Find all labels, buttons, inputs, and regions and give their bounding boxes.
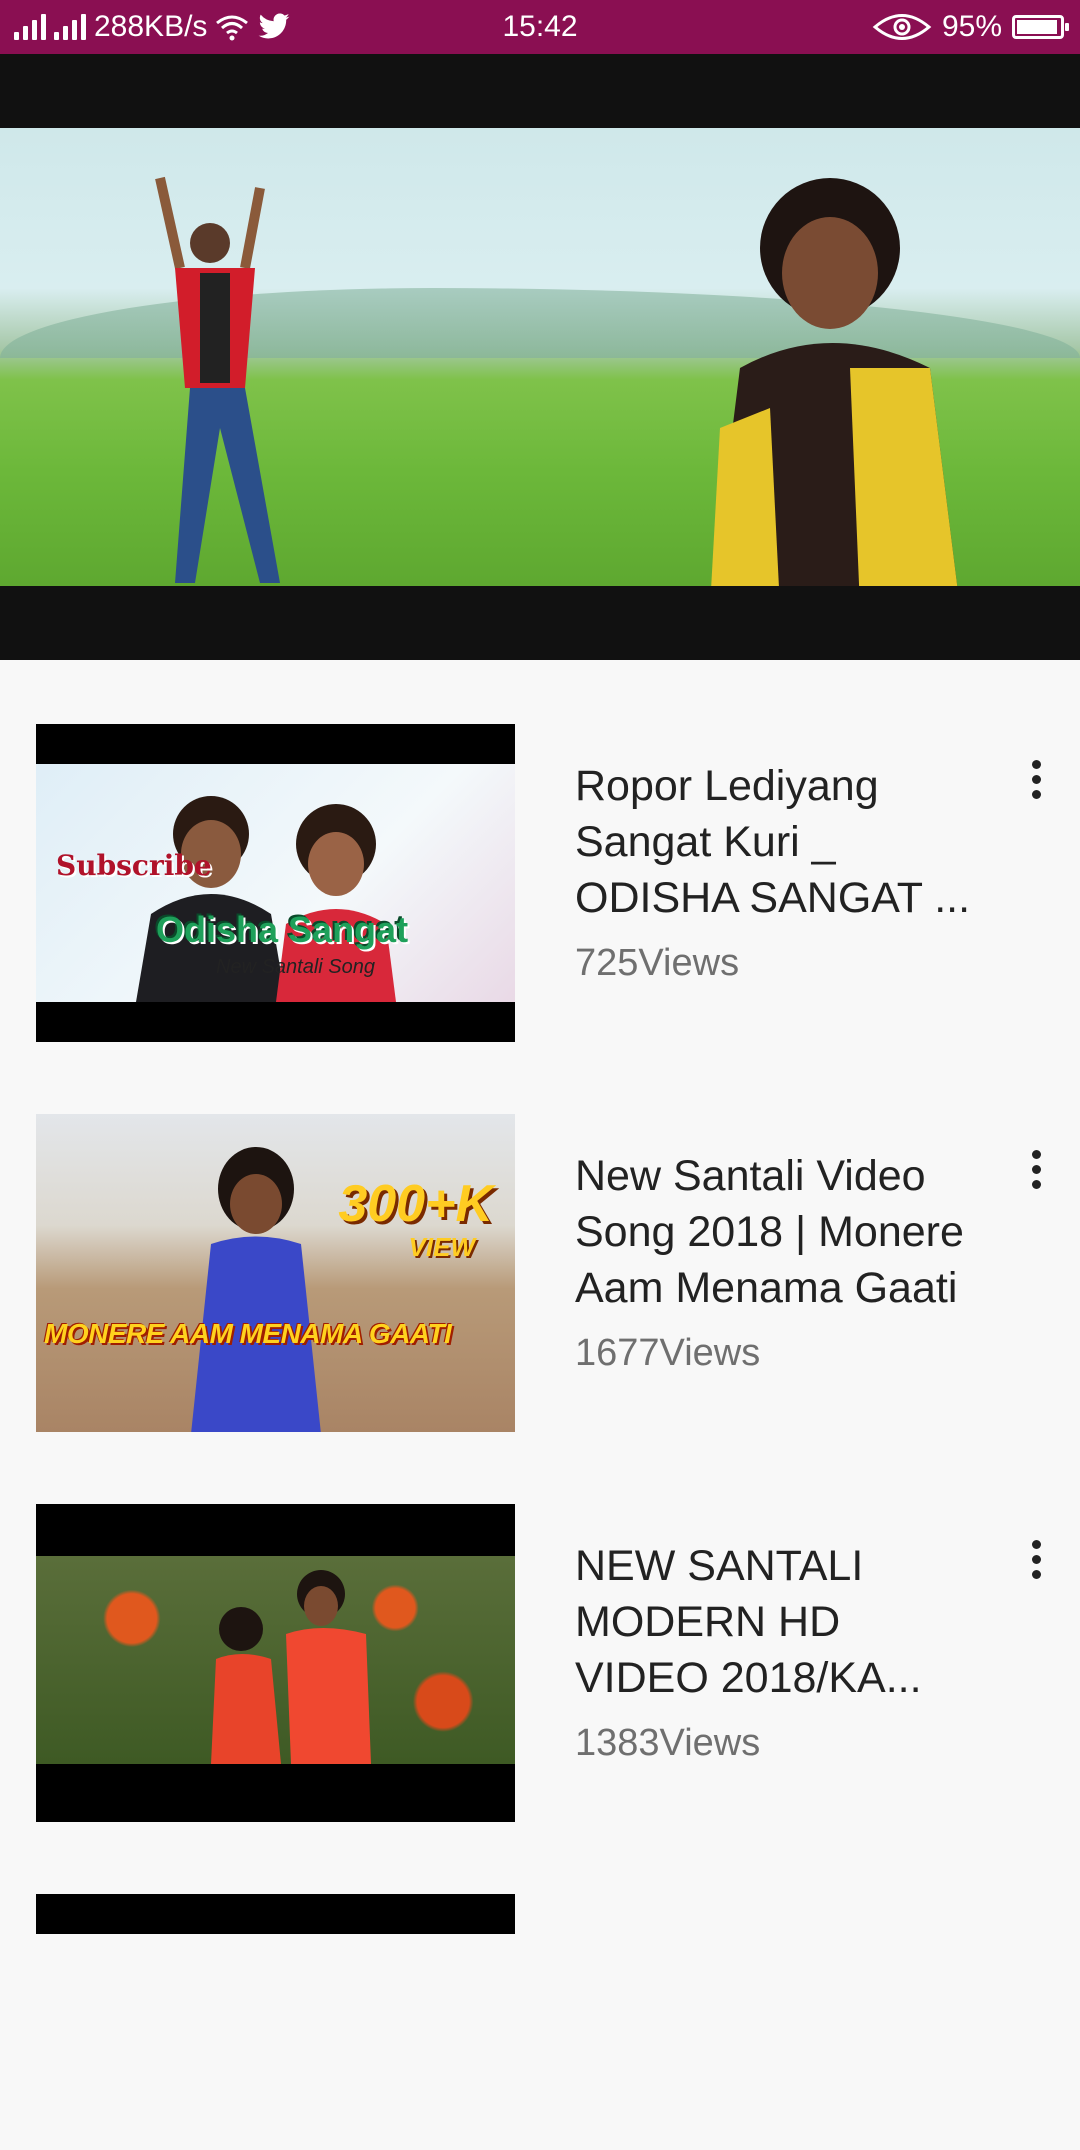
thumbnail-badge-sub-text: VIEW xyxy=(408,1232,475,1262)
more-options-icon[interactable] xyxy=(1018,1540,1054,1596)
list-item[interactable]: NEW SANTALI MODERN HD VIDEO 2018/KA... 1… xyxy=(0,1440,1080,1822)
more-options-icon[interactable] xyxy=(1018,760,1054,816)
list-item[interactable] xyxy=(0,1830,1080,2150)
video-player[interactable] xyxy=(0,54,1080,660)
video-views: 725Views xyxy=(575,942,740,984)
eye-icon xyxy=(872,14,932,40)
thumbnail-badge-text: 300+K xyxy=(338,1175,493,1233)
thumbnail-person xyxy=(191,1147,321,1432)
more-options-icon[interactable] xyxy=(1018,1150,1054,1206)
video-title[interactable]: Ropor Lediyang Sangat Kuri _ ODISHA SANG… xyxy=(575,758,975,926)
video-frame[interactable] xyxy=(0,128,1080,586)
thumbnail-title-text: Odisha Sangat xyxy=(156,909,409,950)
video-views: 1383Views xyxy=(575,1722,761,1764)
video-title[interactable]: NEW SANTALI MODERN HD VIDEO 2018/KA... xyxy=(575,1538,975,1706)
thumbnail-people xyxy=(211,1570,371,1764)
thumbnail-subtitle-text: New Santali Song xyxy=(216,956,375,978)
battery-icon xyxy=(1012,15,1069,39)
video-person-woman xyxy=(711,178,958,586)
status-bar: 288KB/s 15:42 95% xyxy=(0,0,1080,54)
thumbnail-subscribe-text: Subscribe xyxy=(56,849,212,882)
list-item[interactable]: 300+K VIEW MONERE AAM MENAMA GAATI New S… xyxy=(0,1050,1080,1432)
thumbnail-title-text: MONERE AAM MENAMA GAATI xyxy=(44,1318,452,1349)
video-views: 1677Views xyxy=(575,1332,761,1374)
list-item[interactable]: Subscribe Odisha Sangat New Santali Song… xyxy=(0,660,1080,1042)
video-title[interactable]: New Santali Video Song 2018 | Monere Aam… xyxy=(575,1148,975,1316)
battery-percent: 95% xyxy=(941,10,1002,43)
video-person-man xyxy=(155,176,280,583)
video-thumbnail[interactable] xyxy=(36,1504,515,1822)
video-thumbnail[interactable]: Subscribe Odisha Sangat New Santali Song xyxy=(36,724,515,1042)
video-thumbnail[interactable]: 300+K VIEW MONERE AAM MENAMA GAATI xyxy=(36,1114,515,1432)
video-thumbnail[interactable] xyxy=(36,1894,515,1934)
